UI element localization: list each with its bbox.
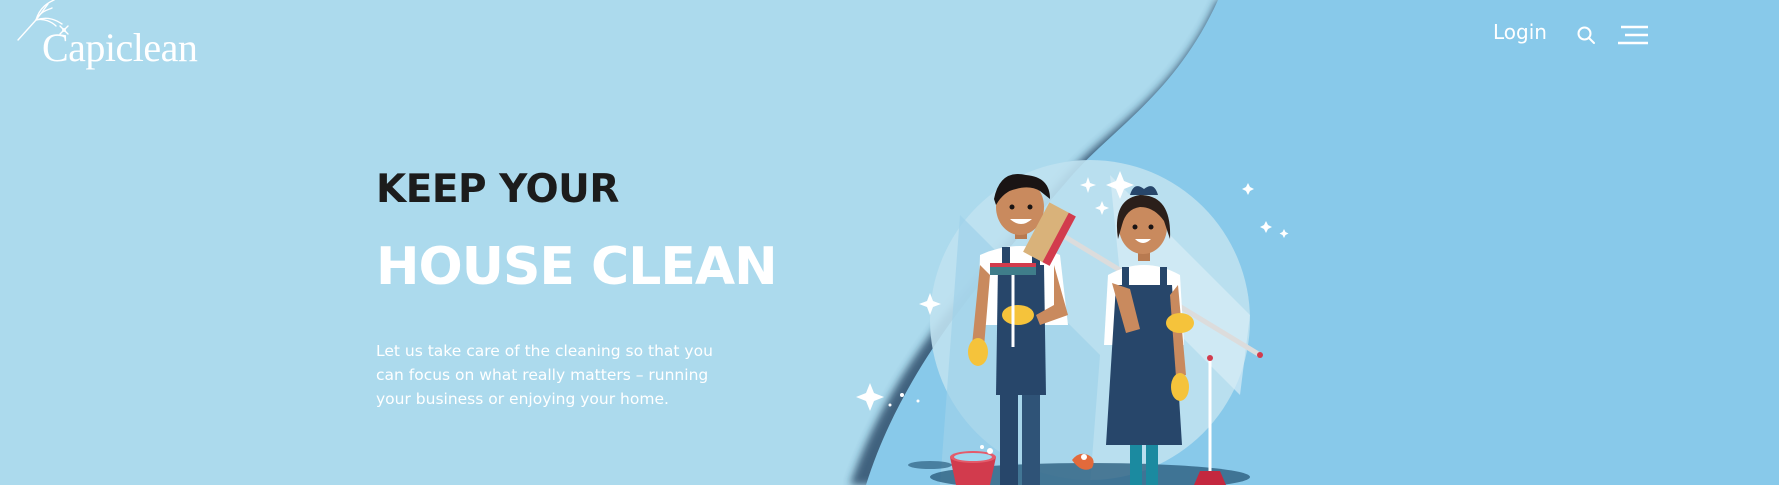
hero-description: Let us take care of the cleaning so that…	[376, 342, 713, 408]
hero-heading-line1: KEEP YOUR	[376, 167, 619, 212]
search-icon[interactable]	[1576, 25, 1596, 45]
hero-section: KEEP YOUR HOUSE CLEAN Let us take care o…	[376, 170, 796, 411]
cleaners-illustration	[856, 160, 1289, 485]
hamburger-menu-icon[interactable]	[1615, 24, 1651, 48]
brand-name: Capiclean	[42, 25, 198, 70]
login-link[interactable]: Login	[1493, 20, 1547, 44]
brand-logo[interactable]: Capiclean	[14, 0, 214, 80]
hero-heading-line2: HOUSE CLEAN	[376, 237, 778, 297]
